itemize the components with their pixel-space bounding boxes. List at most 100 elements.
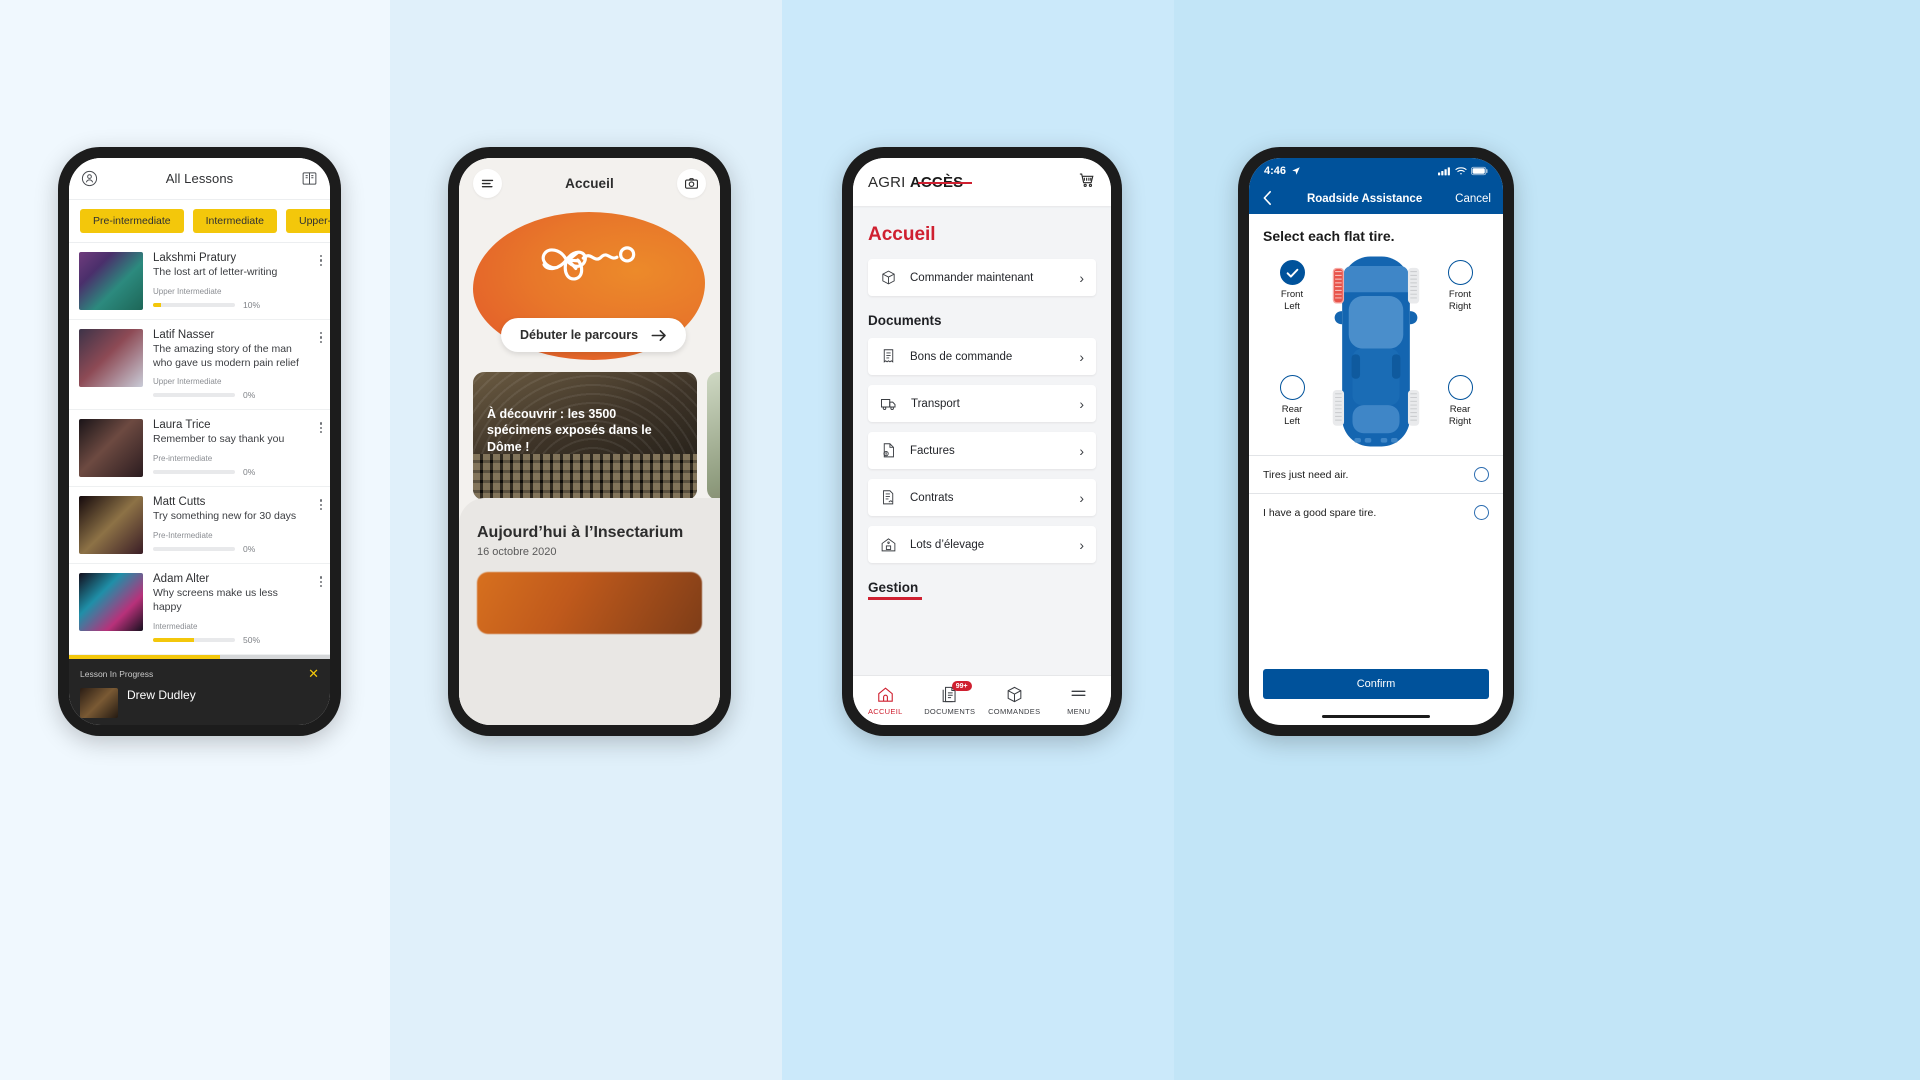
page-title: All Lessons (165, 171, 234, 186)
tire-front-left-graphic (1332, 267, 1345, 304)
today-section: Aujourd’hui à l’Insectarium 16 octobre 2… (459, 498, 720, 725)
row-bons-de-commande[interactable]: Bons de commande › (868, 338, 1096, 375)
today-photo (477, 572, 702, 634)
nav-item-accueil[interactable]: ACCUEIL (853, 685, 918, 716)
today-date: 16 octobre 2020 (477, 546, 557, 558)
lesson-title: Why screens make us less happy (153, 587, 278, 613)
list-item[interactable]: Matt Cutts Try something new for 30 days… (69, 487, 330, 565)
progress-percent: 10% (243, 299, 261, 310)
confirm-button[interactable]: Confirm (1263, 668, 1489, 699)
list-item[interactable]: Lakshmi Pratury The lost art of letter-w… (69, 243, 330, 320)
phone1-screen: All Lessons Pre-intermediate Intermediat… (69, 158, 330, 725)
lesson-list: Lakshmi Pratury The lost art of letter-w… (69, 243, 330, 655)
lesson-in-progress-banner[interactable]: Lesson In Progress ✕ Drew Dudley (69, 659, 330, 725)
lesson-thumbnail (79, 252, 143, 310)
feature-card[interactable] (707, 372, 720, 500)
option-label: Tires just need air. (1263, 468, 1349, 481)
invoice-icon (883, 443, 894, 458)
chevron-left-icon[interactable] (1261, 190, 1274, 209)
scrollbar[interactable] (69, 654, 330, 659)
lesson-overflow-menu-icon[interactable] (319, 253, 322, 268)
row-transport[interactable]: Transport › (868, 385, 1096, 422)
tire-option-front-right[interactable]: Front Right (1431, 260, 1489, 313)
radio-icon[interactable] (1474, 505, 1489, 520)
gestion-underline (868, 597, 922, 600)
phone2-screen: Accueil Débuter le parcours À découvrir … (459, 158, 720, 725)
lesson-title: The lost art of letter-writing (153, 266, 278, 278)
chip-pre-intermediate[interactable]: Pre-intermediate (80, 209, 184, 233)
cancel-button[interactable]: Cancel (1455, 193, 1491, 205)
phone-mockup-agriacces: AGRI ACCÈS Accueil Commander maintenant … (842, 147, 1122, 736)
progress-percent: 0% (243, 466, 256, 477)
tire-option-rear-left[interactable]: Rear Left (1263, 375, 1321, 428)
progress-bar (153, 302, 235, 307)
lesson-speaker: Latif Nasser (153, 329, 215, 341)
lesson-overflow-menu-icon[interactable] (319, 420, 322, 435)
lesson-thumbnail (79, 329, 143, 387)
phone2-content: Accueil Débuter le parcours À découvrir … (459, 158, 720, 725)
list-item[interactable]: Laura Trice Remember to say thank you Pr… (69, 410, 330, 488)
row-label: Lots d’élevage (910, 538, 985, 551)
tire-checkbox-front-left[interactable] (1279, 260, 1305, 285)
level-filter-chips[interactable]: Pre-intermediate Intermediate Upper-inte (69, 200, 330, 243)
close-icon[interactable]: ✕ (308, 667, 319, 680)
receipt-icon (883, 349, 894, 363)
lesson-overflow-menu-icon[interactable] (319, 497, 322, 512)
car-diagram (1332, 256, 1420, 447)
row-label: Transport (911, 397, 960, 410)
banner-label: Lesson In Progress (80, 668, 154, 679)
option-label: I have a good spare tire. (1263, 506, 1377, 519)
lesson-level: Upper Intermediate (153, 377, 222, 387)
lesson-thumbnail (79, 496, 143, 555)
feature-card[interactable]: À découvrir : les 3500 spécimens exposés… (473, 372, 697, 500)
profile-icon[interactable] (81, 170, 98, 187)
signal-icon (1438, 167, 1450, 176)
phone4-content: 4:46 Roadside Assistance Cancel Select e… (1249, 158, 1503, 725)
chip-upper-intermediate[interactable]: Upper-inte (286, 209, 330, 233)
start-journey-label: Débuter le parcours (520, 328, 639, 342)
radio-icon[interactable] (1474, 467, 1489, 482)
location-arrow-icon (1292, 167, 1300, 175)
option-tires-need-air[interactable]: Tires just need air. (1249, 455, 1503, 493)
tire-option-rear-right[interactable]: Rear Right (1431, 375, 1489, 428)
list-item[interactable]: Adam Alter Why screens make us less happ… (69, 564, 330, 655)
butterfly-icon (541, 246, 636, 281)
tire-checkbox-front-right[interactable] (1447, 260, 1473, 285)
lesson-speaker: Laura Trice (153, 419, 211, 432)
lesson-thumbnail (79, 573, 143, 632)
page-title: Roadside Assistance (1306, 193, 1423, 205)
nav-item-menu[interactable]: MENU (1047, 685, 1112, 716)
tire-selector: Front Left Front Right Rear Left Rear Right (1249, 250, 1503, 455)
lesson-overflow-menu-icon[interactable] (319, 330, 322, 345)
nav-item-commandes[interactable]: COMMANDES (982, 685, 1047, 716)
phone3-body: Accueil Commander maintenant › Documents… (853, 206, 1111, 675)
nav-bar: Roadside Assistance Cancel (1249, 184, 1503, 214)
row-factures[interactable]: Factures › (868, 432, 1096, 469)
tire-label-front-left: Front Left (1280, 289, 1304, 312)
start-journey-button[interactable]: Débuter le parcours (501, 318, 687, 352)
lesson-level: Pre-intermediate (153, 453, 213, 463)
chip-intermediate[interactable]: Intermediate (192, 209, 277, 233)
chevron-right-icon: › (1079, 269, 1084, 286)
tire-option-front-left[interactable]: Front Left (1263, 260, 1321, 313)
row-contrats[interactable]: Contrats › (868, 479, 1096, 516)
list-item[interactable]: Latif Nasser The amazing story of the ma… (69, 320, 330, 411)
lesson-speaker: Lakshmi Pratury (153, 252, 237, 264)
banner-thumbnail (80, 688, 118, 718)
tire-rear-right-graphic (1407, 390, 1420, 426)
bottom-navigation[interactable]: ACCUEIL 99+ DOCUMENTS COMMANDES MENU (853, 675, 1111, 725)
row-commander-maintenant[interactable]: Commander maintenant › (868, 259, 1096, 296)
tire-checkbox-rear-left[interactable] (1279, 375, 1305, 400)
tire-checkbox-rear-right[interactable] (1447, 375, 1473, 400)
row-lots-delevage[interactable]: Lots d’élevage › (868, 526, 1096, 563)
lesson-title: The amazing story of the man who gave us… (153, 343, 299, 369)
option-good-spare-tire[interactable]: I have a good spare tire. (1249, 493, 1503, 531)
lesson-overflow-menu-icon[interactable] (319, 574, 322, 589)
phone2-header: Accueil (459, 158, 720, 208)
progress-percent: 0% (243, 543, 256, 554)
nav-item-documents[interactable]: 99+ DOCUMENTS (918, 681, 983, 716)
book-icon[interactable] (301, 170, 318, 187)
instruction-heading: Select each flat tire. (1263, 228, 1395, 244)
feature-card-carousel[interactable]: À découvrir : les 3500 spécimens exposés… (459, 364, 720, 500)
cart-icon[interactable] (1078, 171, 1096, 194)
